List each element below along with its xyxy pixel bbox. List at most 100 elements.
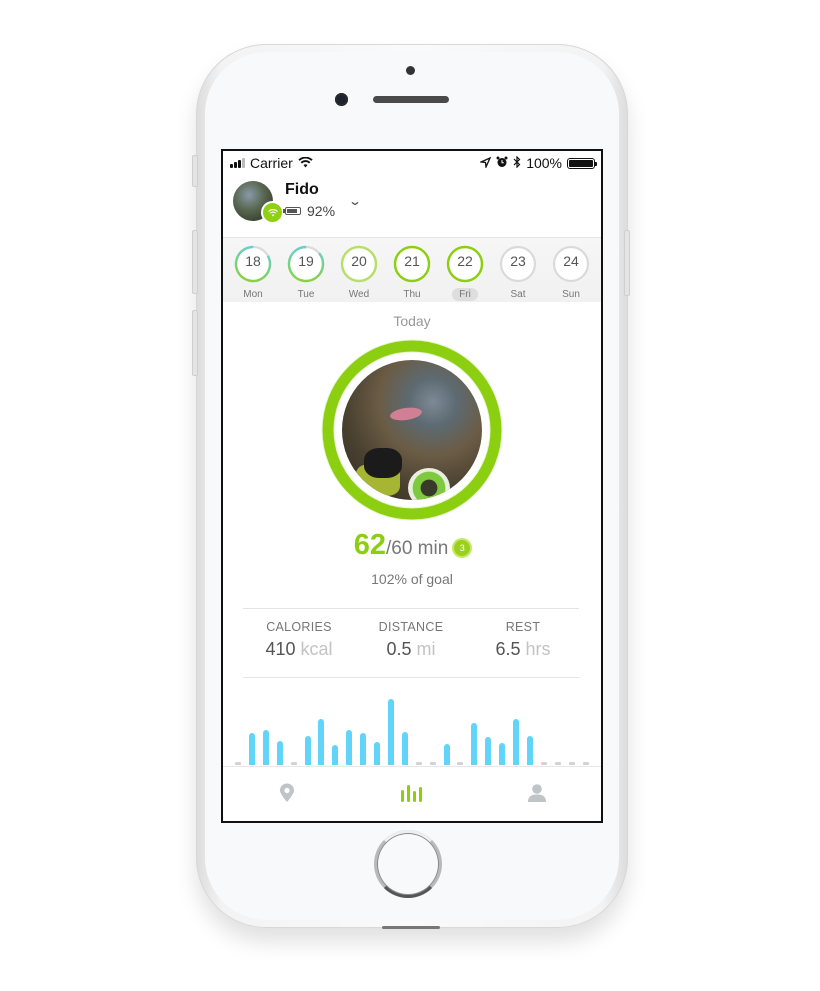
chart-baseline: [223, 766, 601, 767]
alarm-icon: [496, 155, 508, 171]
chart-bar: [485, 737, 492, 765]
tab-bar: [223, 768, 601, 821]
day-item-tue[interactable]: 19 Tue: [286, 244, 326, 302]
chart-bar: [415, 762, 422, 765]
chart-bar: [568, 762, 575, 765]
week-selector: 18 Mon 19 Tue 20 Wed 21 Thu 22 Fri 23 Sat 24 Sun: [223, 237, 601, 302]
device-battery-percent: 92%: [307, 203, 336, 219]
chart-bar: [499, 743, 506, 765]
earpiece-speaker: [373, 96, 449, 103]
stat-label: REST: [505, 620, 541, 634]
location-pin-icon: [280, 783, 294, 802]
period-label: Today: [393, 313, 431, 329]
chart-bar: [290, 762, 297, 765]
device-battery-icon: [283, 207, 301, 215]
front-camera: [335, 93, 348, 106]
day-label: Tue: [297, 289, 315, 300]
battery-icon: [567, 157, 597, 169]
chart-bar: [443, 744, 450, 765]
chart-bar: [582, 762, 589, 765]
day-item-thu[interactable]: 21 Thu: [392, 244, 432, 302]
active-minutes: 62/60 min 3: [223, 529, 601, 562]
chart-bar: [235, 762, 241, 765]
stat-label: CALORIES: [266, 620, 332, 634]
day-label: Wed: [348, 289, 370, 300]
chart-bar: [262, 730, 269, 765]
chart-bar: [540, 762, 547, 765]
chart-bar: [374, 742, 380, 765]
pet-photo: [342, 360, 482, 500]
chart-bar: [387, 699, 394, 765]
chart-bar: [471, 723, 478, 765]
tab-map[interactable]: [272, 780, 302, 806]
active-minutes-value: 62: [353, 529, 386, 561]
tab-profile[interactable]: [522, 780, 552, 806]
chart-bar: [276, 741, 283, 765]
wifi-icon: [298, 155, 313, 171]
stat-value: 6.5: [495, 639, 521, 659]
signal-icon: [230, 158, 245, 168]
tracker-connected-badge: [261, 201, 284, 224]
stat-distance: DISTANCE 0.5 mi: [355, 620, 467, 660]
chart-bar: [248, 733, 255, 765]
day-number: 21: [404, 253, 420, 269]
chart-bar: [457, 762, 464, 765]
day-item-mon[interactable]: 18 Mon: [233, 244, 273, 302]
device-battery: 92%: [283, 203, 336, 219]
day-number: 23: [510, 253, 526, 269]
active-minutes-goal: /60 min: [385, 538, 449, 559]
chart-bar: [304, 736, 311, 765]
stats-row: CALORIES 410 kcal DISTANCE 0.5 mi REST 6…: [243, 608, 579, 678]
stat-label: DISTANCE: [378, 620, 444, 634]
bar-chart-icon: [401, 785, 422, 802]
day-item-sat[interactable]: 23 Sat: [498, 244, 538, 302]
chart-bar: [526, 736, 533, 765]
person-icon: [528, 784, 546, 802]
phone-bottom-edge: [382, 926, 440, 929]
bluetooth-icon: [513, 155, 521, 171]
volume-down-button: [192, 310, 198, 376]
home-button[interactable]: [374, 830, 442, 898]
chart-bar: [429, 762, 436, 765]
stat-value: 0.5: [386, 639, 412, 659]
app-screen: Carrier 100% Fido 92% ⌄ 18 Mon 19 Tue 20…: [221, 149, 603, 823]
proximity-sensor: [406, 66, 415, 75]
chevron-down-icon[interactable]: ⌄: [348, 194, 362, 208]
battery-percent: 100%: [526, 155, 562, 171]
tab-activity[interactable]: [397, 780, 427, 806]
day-item-wed[interactable]: 20 Wed: [339, 244, 379, 302]
day-number: 19: [298, 253, 314, 269]
carrier-label: Carrier: [250, 155, 293, 171]
stat-unit: mi: [416, 639, 436, 659]
streak-badge-icon[interactable]: 3: [454, 540, 471, 556]
day-number: 24: [563, 253, 579, 269]
stat-value: 410: [265, 639, 296, 659]
wifi-icon: [267, 208, 278, 216]
day-label: Sat: [510, 289, 526, 300]
power-button: [624, 230, 630, 296]
pet-name: Fido: [285, 181, 319, 198]
volume-up-button: [192, 230, 198, 294]
day-label: Mon: [243, 289, 263, 300]
day-item-sun[interactable]: 24 Sun: [551, 244, 591, 302]
day-item-fri[interactable]: 22 Fri: [445, 244, 485, 302]
pet-avatar[interactable]: [233, 181, 284, 224]
day-number: 18: [245, 253, 261, 269]
day-number: 22: [457, 253, 473, 269]
activity-bar-chart[interactable]: [223, 681, 601, 771]
stat-rest: REST 6.5 hrs: [467, 620, 579, 660]
day-label: Fri: [452, 288, 478, 301]
chart-bar: [513, 719, 519, 765]
chart-bar: [401, 732, 408, 765]
pet-header[interactable]: Fido 92% ⌄: [223, 175, 601, 237]
chart-bar: [554, 762, 561, 765]
activity-goal-ring: [321, 339, 503, 521]
day-number: 20: [351, 253, 367, 269]
chart-bar: [332, 745, 339, 765]
status-bar: Carrier 100%: [223, 151, 601, 175]
stat-calories: CALORIES 410 kcal: [243, 620, 355, 660]
percent-of-goal: 102% of goal: [371, 571, 453, 587]
day-label: Sun: [562, 289, 580, 300]
stat-unit: kcal: [300, 639, 333, 659]
day-label: Thu: [403, 289, 421, 300]
